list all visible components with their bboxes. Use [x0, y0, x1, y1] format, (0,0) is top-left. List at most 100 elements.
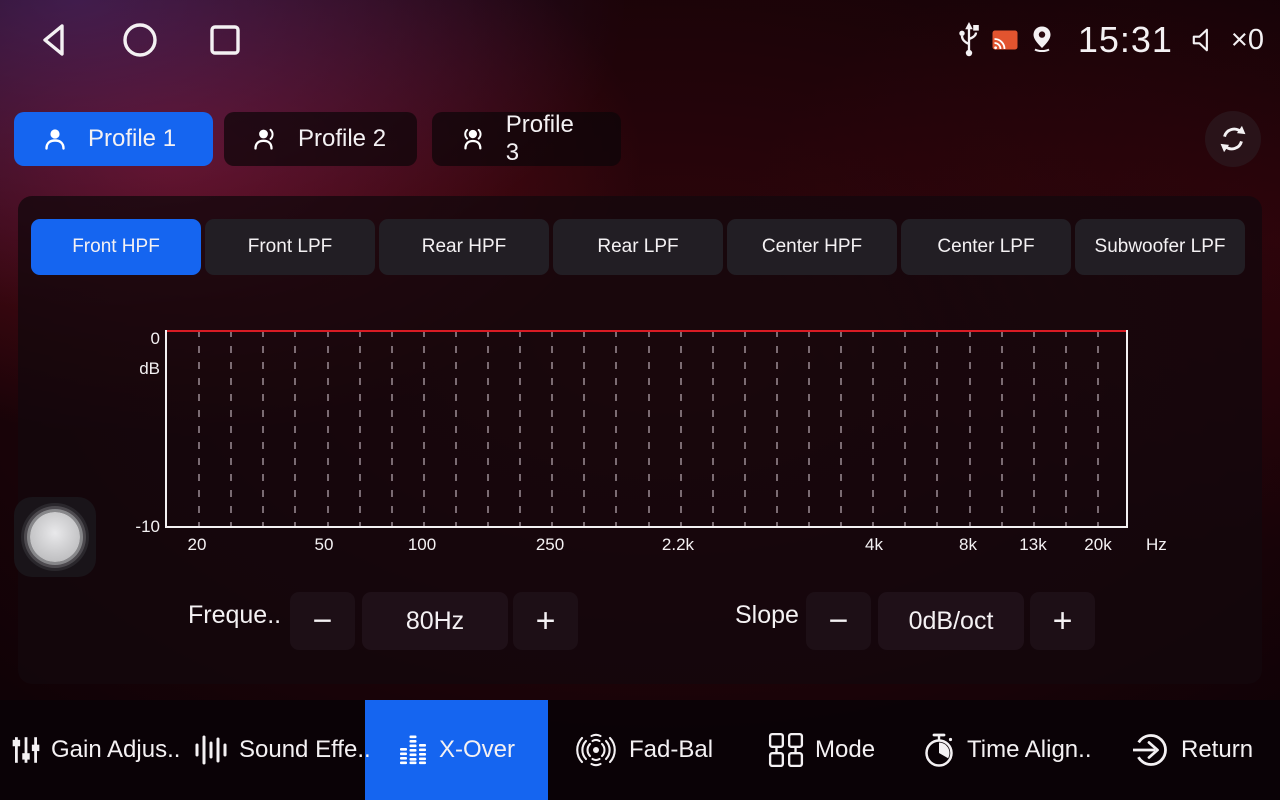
- y-tick-minus10: -10: [118, 517, 160, 537]
- x-axis-unit: Hz: [1146, 535, 1167, 555]
- status-bar: 15:31 ×0: [0, 0, 1280, 80]
- y-axis-unit: dB: [118, 359, 160, 379]
- profile-2-label: Profile 2: [298, 125, 386, 153]
- frequency-minus-button[interactable]: −: [290, 592, 355, 650]
- sync-button[interactable]: [1205, 111, 1261, 167]
- nav-return[interactable]: Return: [1132, 700, 1253, 800]
- location-icon: [1028, 25, 1056, 55]
- grid-line: [519, 330, 521, 526]
- tab-center-hpf[interactable]: Center HPF: [727, 219, 897, 275]
- status-icons: 15:31 ×0: [956, 0, 1264, 80]
- nav-mode[interactable]: Mode: [768, 700, 875, 800]
- bottom-nav: Gain Adjus.. Sound Effe.. X-Over: [0, 700, 1280, 800]
- grid-line: [840, 330, 842, 526]
- tab-front-lpf[interactable]: Front LPF: [205, 219, 375, 275]
- clock: 15:31: [1078, 19, 1173, 61]
- person-waves-icon: [460, 126, 486, 152]
- grid-line: [359, 330, 361, 526]
- profile-2-button[interactable]: Profile 2: [224, 112, 417, 166]
- equalizer-bars-icon: [398, 735, 428, 765]
- nav-sound-effect[interactable]: Sound Effe..: [194, 700, 371, 800]
- nav-fad-bal[interactable]: Fad-Bal: [574, 700, 713, 800]
- back-icon[interactable]: [38, 21, 72, 59]
- x-tick-20k: 20k: [1084, 535, 1111, 555]
- slope-minus-button[interactable]: −: [806, 592, 871, 650]
- grid-line: [712, 330, 714, 526]
- tab-front-hpf[interactable]: Front HPF: [31, 219, 201, 275]
- recents-icon[interactable]: [208, 23, 242, 57]
- plot-area: 0 dB -10 20 50 100 250 2.2k 4k 8k 13k 20…: [165, 330, 1128, 528]
- volume-level: ×0: [1231, 24, 1264, 57]
- grid-line: [904, 330, 906, 526]
- x-tick-2k2: 2.2k: [662, 535, 694, 555]
- x-tick-100: 100: [408, 535, 436, 555]
- grid-line: [1001, 330, 1003, 526]
- grid-line: [615, 330, 617, 526]
- grid-line: [808, 330, 810, 526]
- grid-line: [583, 330, 585, 526]
- tab-center-lpf[interactable]: Center LPF: [901, 219, 1071, 275]
- tab-rear-lpf[interactable]: Rear LPF: [553, 219, 723, 275]
- waveform-icon: [194, 735, 228, 765]
- y-tick-0: 0: [118, 329, 160, 349]
- grid-line: [198, 330, 200, 526]
- slope-plus-button[interactable]: +: [1030, 592, 1095, 650]
- grid-line: [551, 330, 553, 526]
- grid-line: [680, 330, 682, 526]
- knob-dial[interactable]: [30, 512, 80, 562]
- nav-time-align[interactable]: Time Align..: [922, 700, 1092, 800]
- grid-squares-icon: [768, 732, 804, 768]
- x-tick-250: 250: [536, 535, 564, 555]
- person-wave-icon: [252, 126, 278, 152]
- grid-line: [1097, 330, 1099, 526]
- grid-line: [230, 330, 232, 526]
- x-tick-4k: 4k: [865, 535, 883, 555]
- frequency-value: 80Hz: [362, 592, 508, 650]
- x-tick-13k: 13k: [1019, 535, 1046, 555]
- grid-line: [423, 330, 425, 526]
- grid-line: [1033, 330, 1035, 526]
- x-tick-20: 20: [188, 535, 207, 555]
- grid-line: [872, 330, 874, 526]
- profile-1-button[interactable]: Profile 1: [14, 112, 213, 166]
- balance-waves-icon: [574, 730, 618, 770]
- grid-line: [1065, 330, 1067, 526]
- grid-line: [391, 330, 393, 526]
- grid-line: [262, 330, 264, 526]
- grid-line: [455, 330, 457, 526]
- x-tick-8k: 8k: [959, 535, 977, 555]
- android-nav-buttons: [38, 0, 242, 80]
- grid-line: [648, 330, 650, 526]
- grid-line: [936, 330, 938, 526]
- xover-panel: Front HPF Front LPF Rear HPF Rear LPF Ce…: [18, 196, 1262, 684]
- slope-value: 0dB/oct: [878, 592, 1024, 650]
- grid-line: [969, 330, 971, 526]
- grid-line: [327, 330, 329, 526]
- person-icon: [42, 126, 68, 152]
- grid-line: [294, 330, 296, 526]
- volume-muted-icon[interactable]: [1191, 25, 1219, 55]
- faders-icon: [12, 734, 40, 766]
- tab-rear-hpf[interactable]: Rear HPF: [379, 219, 549, 275]
- cast-icon: [992, 30, 1018, 50]
- tab-subwoofer-lpf[interactable]: Subwoofer LPF: [1075, 219, 1245, 275]
- rotary-knob[interactable]: [14, 497, 96, 577]
- grid-line: [744, 330, 746, 526]
- home-icon[interactable]: [122, 22, 158, 58]
- profile-3-button[interactable]: Profile 3: [432, 112, 621, 166]
- grid-line: [487, 330, 489, 526]
- frequency-plus-button[interactable]: +: [513, 592, 578, 650]
- nav-xover[interactable]: X-Over: [398, 700, 515, 800]
- x-tick-50: 50: [315, 535, 334, 555]
- response-curve: [167, 330, 1126, 332]
- frequency-label: Freque..: [188, 601, 281, 630]
- sync-icon: [1217, 123, 1249, 155]
- return-arrow-icon: [1132, 731, 1170, 769]
- nav-gain-adjust[interactable]: Gain Adjus..: [12, 700, 180, 800]
- profile-1-label: Profile 1: [88, 125, 176, 153]
- stopwatch-icon: [922, 732, 956, 768]
- profile-3-label: Profile 3: [506, 111, 593, 167]
- slope-label: Slope: [735, 601, 799, 630]
- grid-line: [776, 330, 778, 526]
- usb-icon: [956, 21, 982, 59]
